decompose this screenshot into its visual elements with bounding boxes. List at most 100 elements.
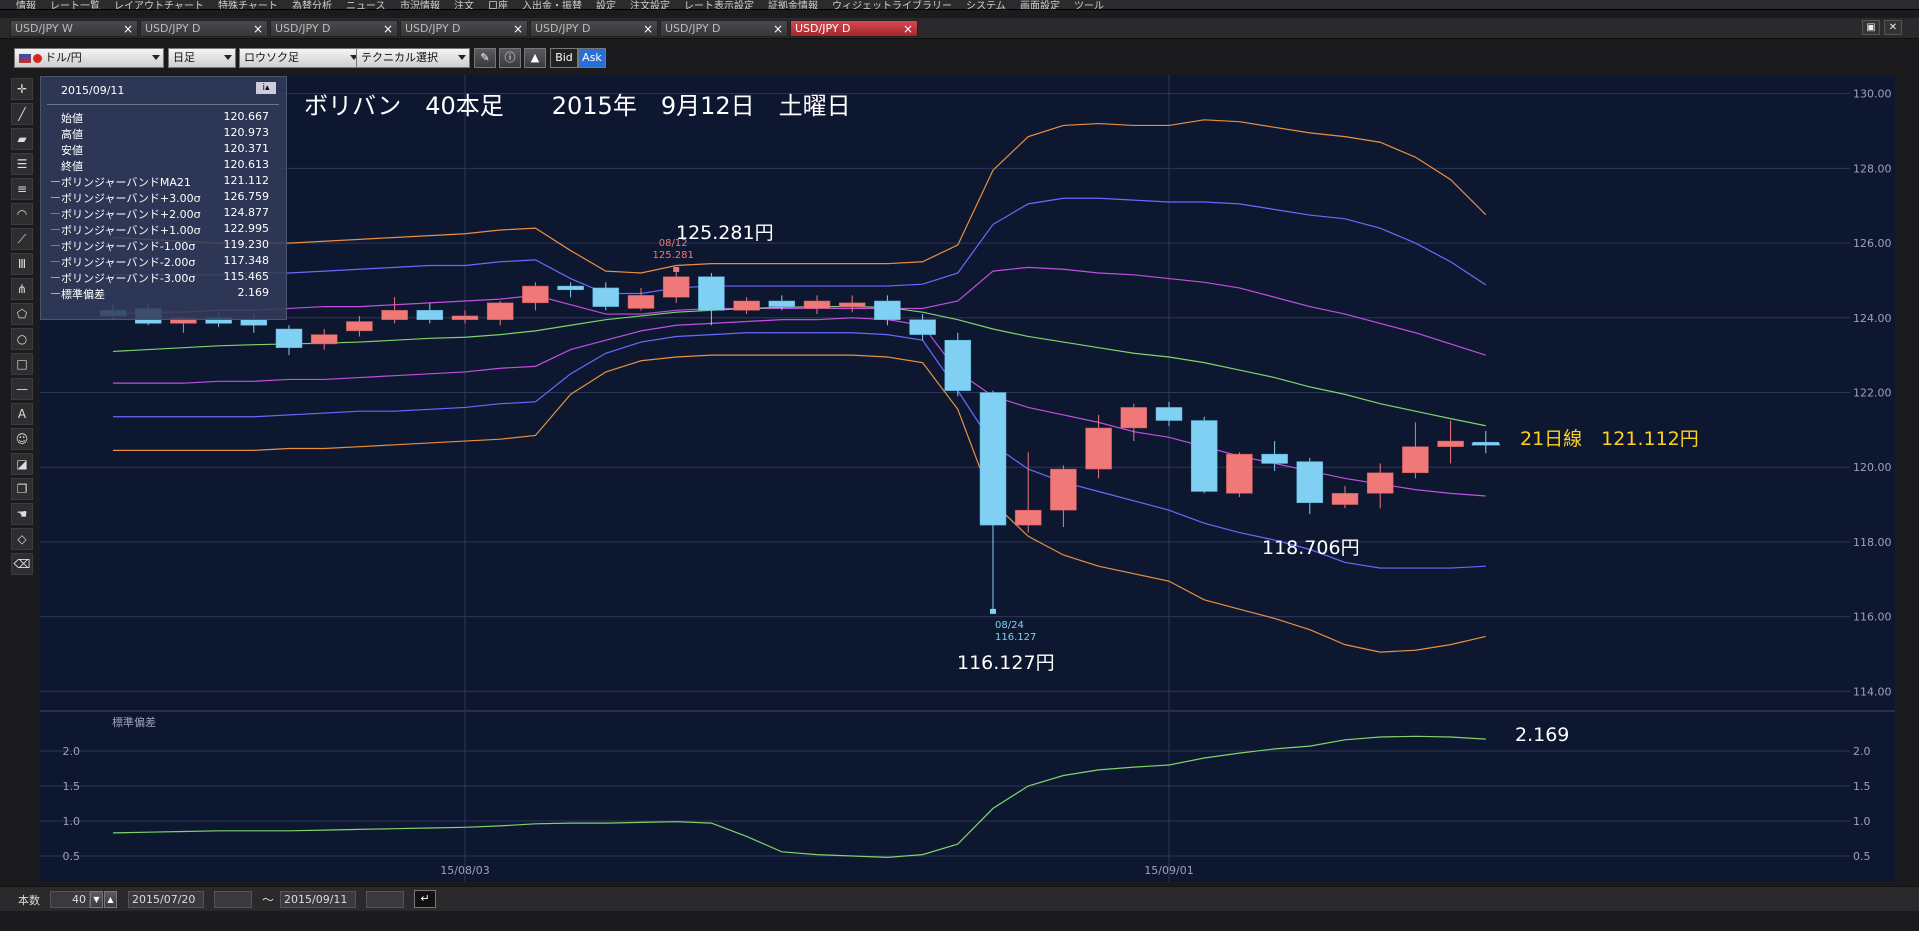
fan-icon[interactable]: ⟋ [11,228,33,250]
candle-body [1402,446,1429,474]
sub-y-tick-label: 1.0 [1853,815,1871,828]
close-tab-icon[interactable]: × [643,21,653,37]
vertical-lines-icon[interactable]: Ⅲ [11,253,33,275]
from-date-input[interactable]: 2015/07/20 [128,891,204,908]
menu-item[interactable]: 特殊チャート [218,0,278,9]
crosshair-icon[interactable]: ✛ [11,78,33,100]
text-icon[interactable]: A [11,403,33,425]
arc-icon[interactable]: ◠ [11,203,33,225]
info-value: 126.759 [223,190,270,203]
technical-select[interactable]: テクニカル選択 [356,48,470,68]
candle-body [451,315,479,320]
menu-item[interactable]: レイアウトチャート [114,0,204,9]
smiley-icon[interactable]: ☺ [11,428,33,450]
pentagon-icon[interactable]: ⬠ [11,303,33,325]
rectangle-icon[interactable]: □ [11,353,33,375]
price-chart[interactable]: 130.00 128.00 126.00 124.00 122.00 120.00 118.… [40,75,1895,887]
restore-window-icon[interactable]: ▣ [1862,20,1880,35]
chart-tab[interactable]: USD/JPY D × [400,20,528,37]
chart-tab[interactable]: USD/JPY D × [660,20,788,37]
menu-item[interactable]: 為替分析 [292,0,332,9]
info-label: ボリンジャーバンド+3.00σ [61,192,201,205]
close-tab-icon[interactable]: × [773,21,783,37]
chart-title-annotation: ボリバン 40本足 2015年 9月12日 土曜日 [304,92,851,120]
series-swatch [51,245,60,246]
currency-pair-select[interactable]: ドル/円 [14,48,164,68]
menu-item[interactable]: システム [966,0,1006,9]
menu-item[interactable]: ツール [1074,0,1104,9]
circle-icon[interactable]: ○ [11,328,33,350]
close-tab-icon[interactable]: × [123,21,133,37]
chart-tab-label: USD/JPY D [795,22,851,35]
menu-item[interactable]: 市況情報 [400,0,440,9]
count-input[interactable]: 40 [50,891,90,908]
low-marker-value: 116.127 [995,632,1036,643]
y-tick-label: 128.00 [1853,162,1892,175]
info-icon[interactable]: ⓘ [499,48,521,68]
candle-body [979,392,1007,526]
eraser-icon[interactable]: ◇ [11,528,33,550]
close-tab-icon[interactable]: × [383,21,393,37]
info-toggle-icon[interactable]: i▴ [256,82,276,94]
multi-lines-icon[interactable]: ≡ [11,178,33,200]
chart-tab[interactable]: USD/JPY D × [270,20,398,37]
to-date-input[interactable]: 2015/09/11 [280,891,356,908]
stddev-pane-label: 標準偏差 [112,715,156,729]
pitchfork-icon[interactable]: ⋔ [11,278,33,300]
ask-button[interactable]: Ask [578,48,606,68]
close-window-icon[interactable]: ✕ [1884,20,1902,35]
hand-icon[interactable]: ☚ [11,503,33,525]
sub-y-tick-label: 2.0 [1853,745,1871,758]
menu-item[interactable]: 注文 [454,0,474,9]
ruler-icon[interactable]: ▰ [11,128,33,150]
chart-tab[interactable]: USD/JPY W × [10,20,138,37]
info-label: 標準偏差 [61,288,105,301]
series-swatch [51,181,60,182]
menu-item[interactable]: 設定 [596,0,616,9]
bid-label: Bid [555,51,573,64]
horizontal-lines-icon[interactable]: ☰ [11,153,33,175]
chart-tab-label: USD/JPY D [665,22,721,35]
count-down-icon[interactable]: ▼ [90,891,103,908]
info-row: ボリンジャーバンド-2.00σ 117.348 [51,254,279,269]
menu-item[interactable]: 証拠金情報 [768,0,818,9]
reset-icon[interactable]: ↵ [414,890,436,908]
range-separator: 〜 [262,893,275,907]
trendline-icon[interactable]: ╱ [11,103,33,125]
high-marker-value: 125.281 [653,250,694,261]
timeframe-select[interactable]: 日足 [168,48,236,68]
menu-item[interactable]: 情報 [16,0,36,9]
count-up-icon[interactable]: ▲ [104,891,117,908]
menu-item[interactable]: 注文設定 [630,0,670,9]
close-tab-icon[interactable]: × [513,21,523,37]
pencil-icon[interactable]: ✎ [474,48,496,68]
info-label: ボリンジャーバンド-2.00σ [61,256,196,269]
candle-body [1014,509,1042,526]
close-tab-icon[interactable]: × [253,21,263,37]
close-tab-icon[interactable]: × [903,21,913,37]
chart-tab[interactable]: USD/JPY D × [530,20,658,37]
select-icon[interactable]: ◪ [11,453,33,475]
candle-body [1261,453,1288,464]
chart-type-select[interactable]: ロウソク足 [239,48,362,68]
info-row: ボリンジャーバンド+3.00σ 126.759 [51,190,279,205]
hline-icon[interactable]: — [11,378,33,400]
from-time-input[interactable] [214,891,252,908]
menu-item[interactable]: レート一覧 [50,0,100,9]
count-label: 本数 [18,894,40,907]
bid-button[interactable]: Bid [550,48,578,68]
x-tick-label: 15/08/03 [440,864,489,877]
menu-item[interactable]: レート表示設定 [684,0,754,9]
chart-tab[interactable]: USD/JPY D × [140,20,268,37]
area-chart-icon[interactable]: ▲ [524,48,546,68]
to-time-input[interactable] [366,891,404,908]
erase-all-icon[interactable]: ⌫ [11,553,33,575]
candle-body [1331,493,1359,505]
menu-item[interactable]: 口座 [488,0,508,9]
menu-item[interactable]: 入出金・振替 [522,0,582,9]
copy-icon[interactable]: ❐ [11,478,33,500]
menu-item[interactable]: ウィジェットライブラリー [832,0,952,9]
menu-item[interactable]: 画面設定 [1020,0,1060,9]
chart-tab[interactable]: USD/JPY D × [790,20,918,37]
menu-item[interactable]: ニュース [346,0,386,9]
